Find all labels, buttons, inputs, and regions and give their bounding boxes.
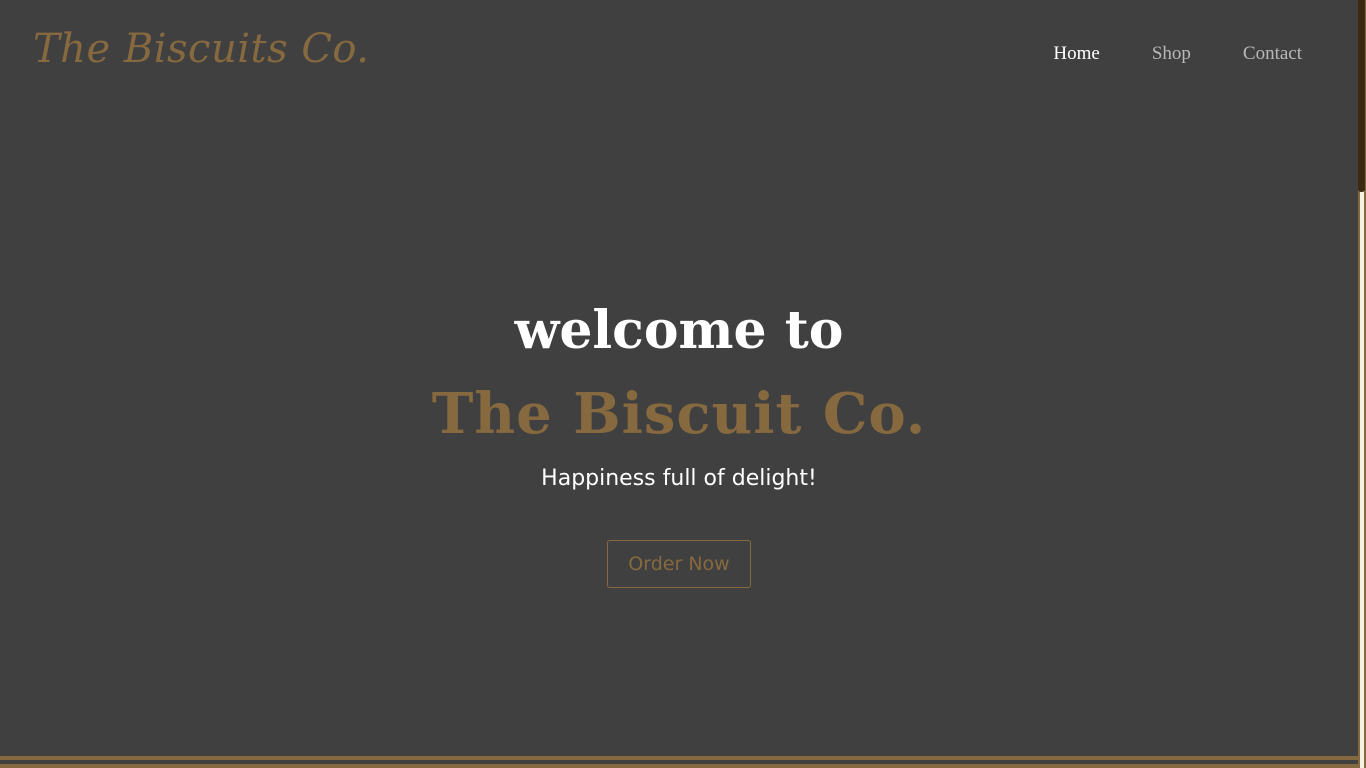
hero-title: The Biscuit Co. [431,381,927,447]
scrollbar-track[interactable] [1358,0,1366,768]
footer-stripe-top [0,756,1358,760]
page: The Biscuits Co. Home Shop Contact welco… [0,0,1358,768]
nav-item-home[interactable]: Home [1053,43,1099,65]
brand-logo[interactable]: The Biscuits Co. [33,26,370,72]
hero-welcome-heading: welcome to [514,300,844,361]
nav-item-contact[interactable]: Contact [1243,43,1302,65]
footer-stripe-bottom [0,764,1358,768]
hero-tagline: Happiness full of delight! [541,466,817,491]
nav-links: Home Shop Contact [1053,43,1302,65]
nav-item-shop[interactable]: Shop [1152,43,1191,65]
order-now-button[interactable]: Order Now [607,540,751,588]
hero-section: welcome to The Biscuit Co. Happiness ful… [0,290,1358,588]
scrollbar-thumb[interactable] [1358,0,1365,192]
navbar: The Biscuits Co. Home Shop Contact [0,0,1358,110]
